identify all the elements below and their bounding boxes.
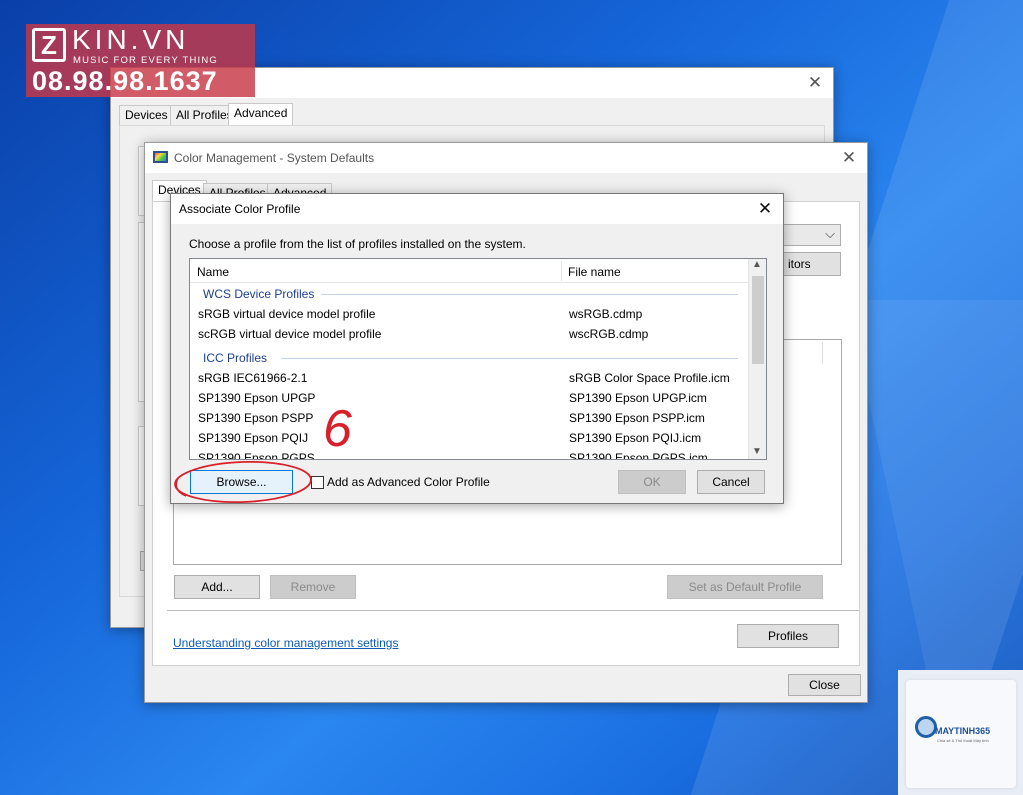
list-item[interactable]: SP1390 Epson UPGP SP1390 Epson UPGP.icm	[198, 388, 746, 408]
ok-button[interactable]: OK	[618, 470, 686, 494]
associate-color-profile-dialog: Associate Color Profile ✕ Choose a profi…	[170, 193, 784, 504]
close-icon[interactable]: ✕	[839, 148, 859, 168]
add-profile-button[interactable]: Add...	[174, 575, 260, 599]
browse-button[interactable]: Browse...	[190, 470, 293, 494]
corner-logo-brand: MAYTINH365	[935, 726, 991, 736]
list-item[interactable]: SP1390 Epson PGPS SP1390 Epson PGPS.icm	[198, 448, 746, 459]
scroll-up-icon[interactable]: ▲	[752, 259, 762, 270]
scrollbar-thumb[interactable]	[752, 276, 764, 364]
maytinh365-logo-card: MAYTINH365 Chia sẻ & Thủ thuật Máy tính	[898, 670, 1023, 795]
watermark-slogan: MUSIC FOR EVERY THING	[73, 55, 219, 66]
chevron-down-icon: ⌵	[825, 226, 835, 241]
profile-list[interactable]: Name File name WCS Device Profiles sRGB …	[189, 258, 767, 460]
dialog-instruction: Choose a profile from the list of profil…	[189, 237, 526, 251]
dialog-title: Associate Color Profile	[179, 202, 301, 216]
list-item[interactable]: SP1390 Epson PSPP SP1390 Epson PSPP.icm	[198, 408, 746, 428]
group-header: WCS Device Profiles	[203, 284, 738, 304]
list-item[interactable]: sRGB IEC61966-2.1 sRGB Color Space Profil…	[198, 368, 746, 388]
window-titlebar: Color Management - System Defaults ✕	[145, 143, 867, 173]
vertical-scrollbar[interactable]: ▲ ▼	[748, 259, 766, 459]
tab-advanced[interactable]: Advanced	[228, 103, 294, 125]
advanced-profile-checkbox[interactable]	[311, 476, 324, 489]
globe-icon	[915, 716, 937, 738]
watermark-brand: KIN.VN	[72, 24, 190, 55]
close-icon[interactable]: ✕	[805, 73, 825, 93]
remove-profile-button[interactable]: Remove	[270, 575, 356, 599]
list-item[interactable]: scRGB virtual device model profile wscRGB…	[198, 324, 746, 344]
watermark-phone: 08.98.98.1637	[32, 66, 218, 96]
understanding-color-management-link[interactable]: Understanding color management settings	[173, 636, 398, 650]
list-header: Name File name	[190, 259, 748, 283]
monitor-icon	[153, 151, 168, 163]
column-header-file-name[interactable]: File name	[568, 265, 621, 279]
list-item[interactable]: sRGB virtual device model profile wsRGB.c…	[198, 304, 746, 324]
column-header-name[interactable]: Name	[197, 265, 229, 279]
profiles-button[interactable]: Profiles	[737, 624, 839, 648]
kin-logo-icon: Z	[32, 28, 66, 62]
tab-devices[interactable]: Devices	[119, 105, 174, 125]
set-default-profile-button[interactable]: Set as Default Profile	[667, 575, 823, 599]
dialog-titlebar: Associate Color Profile ✕	[171, 194, 783, 224]
group-header: ICC Profiles	[203, 348, 738, 368]
close-icon[interactable]: ✕	[755, 199, 775, 219]
kin-vn-watermark: Z KIN.VN MUSIC FOR EVERY THING 08.98.98.…	[26, 24, 255, 97]
window-title: Color Management - System Defaults	[174, 151, 375, 165]
list-item[interactable]: SP1390 Epson PQIJ SP1390 Epson PQIJ.icm	[198, 428, 746, 448]
advanced-profile-checkbox-label[interactable]: Add as Advanced Color Profile	[327, 475, 490, 489]
corner-logo-tagline: Chia sẻ & Thủ thuật Máy tính	[937, 738, 989, 743]
scroll-down-icon[interactable]: ▼	[752, 446, 762, 457]
close-button[interactable]: Close	[788, 674, 861, 696]
cancel-button[interactable]: Cancel	[697, 470, 765, 494]
